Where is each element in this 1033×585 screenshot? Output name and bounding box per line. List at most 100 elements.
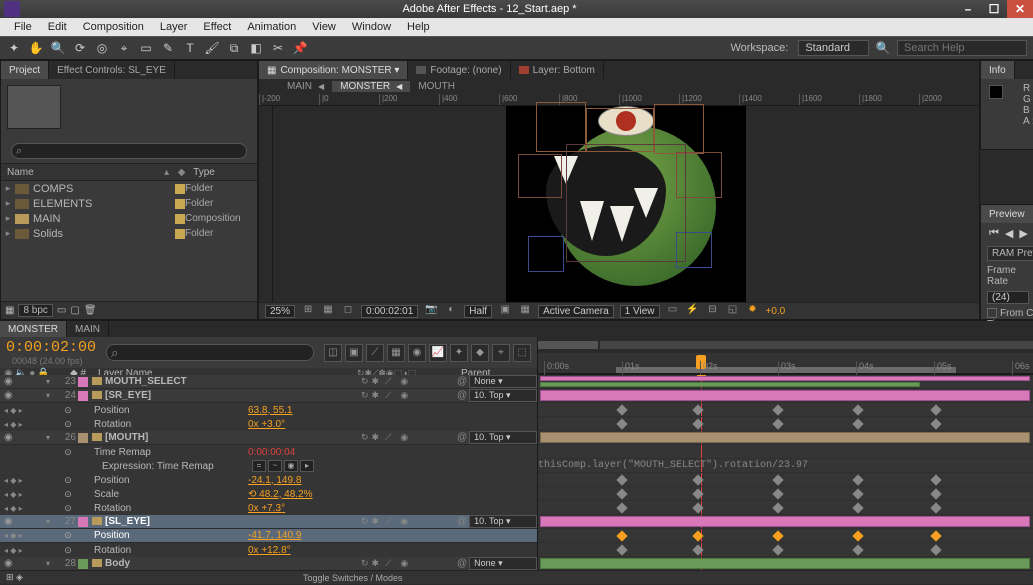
motion-blur-icon[interactable]: ◉ xyxy=(408,344,426,362)
eraser-tool-icon[interactable]: ◧ xyxy=(248,40,264,56)
project-item[interactable]: ▸SolidsFolder xyxy=(1,226,257,241)
mask-icon[interactable]: ◻ xyxy=(341,304,355,318)
timeline-layer-row[interactable]: ◉ ▾ 23 MOUTH_SELECT ↻✱⟋◉ @None ▾ xyxy=(0,375,537,389)
composition-tab[interactable]: Footage: (none) xyxy=(408,61,510,79)
resolution-dropdown[interactable]: Half xyxy=(464,305,492,318)
comp-breadcrumb[interactable]: MAIN◀ xyxy=(279,81,332,92)
roi-icon[interactable]: ▣ xyxy=(498,304,512,318)
timeline-layer-row[interactable]: ◉ ▾ 27 [SL_EYE] ↻✱⟋◉ @10. Top ▾ xyxy=(0,515,537,529)
project-col-name[interactable]: Name xyxy=(1,167,159,178)
window-maximize-button[interactable]: ☐ xyxy=(981,0,1007,18)
menu-file[interactable]: File xyxy=(6,21,40,33)
project-col-label-icon[interactable]: ▴ xyxy=(159,167,174,178)
property-row[interactable]: ◂ ◆ ▸⊙ Position -41.7, 140.9 xyxy=(0,529,537,543)
menu-edit[interactable]: Edit xyxy=(40,21,75,33)
property-row[interactable]: ◂ ◆ ▸⊙ Position -24.1, 149.8 xyxy=(0,473,537,487)
puppet-tool-icon[interactable]: 📌 xyxy=(292,40,308,56)
bpc-button[interactable]: 8 bpc xyxy=(18,304,52,317)
interpret-footage-icon[interactable]: ▦ xyxy=(5,305,14,316)
timeline-layer-row[interactable]: ◉ ▾ 24 [SR_EYE] ↻✱⟋◉ @10. Top ▾ xyxy=(0,389,537,403)
menu-window[interactable]: Window xyxy=(344,21,399,33)
new-folder-icon[interactable]: ▢ xyxy=(70,305,79,316)
project-tab[interactable]: Project xyxy=(1,61,49,79)
menu-layer[interactable]: Layer xyxy=(152,21,196,33)
draft-3d-icon[interactable]: ▣ xyxy=(345,344,363,362)
views-dropdown[interactable]: 1 View xyxy=(620,305,660,318)
rotate-tool-icon[interactable]: ⟳ xyxy=(72,40,88,56)
comp-breadcrumb[interactable]: MONSTER◀ xyxy=(332,81,410,92)
composition-tab[interactable]: ▦Composition: MONSTER ▾ xyxy=(259,61,408,79)
brainstorm-icon[interactable]: ✦ xyxy=(450,344,468,362)
frame-blend-icon[interactable]: ▦ xyxy=(387,344,405,362)
info-tab[interactable]: Info xyxy=(981,61,1015,79)
comp-breadcrumb[interactable]: MOUTH xyxy=(410,81,463,92)
camera-tool-icon[interactable]: ◎ xyxy=(94,40,110,56)
timeline-tab[interactable]: MONSTER xyxy=(0,321,67,337)
project-search-input[interactable] xyxy=(11,143,247,159)
current-time-display[interactable]: 0:00:02:01 xyxy=(361,305,418,318)
brush-tool-icon[interactable]: 🖌 xyxy=(204,40,220,56)
time-ruler[interactable]: 0:00s01s02s03s04s05s06s xyxy=(538,353,1033,374)
auto-keyframe-icon[interactable]: ◆ xyxy=(471,344,489,362)
window-close-button[interactable]: ✕ xyxy=(1007,0,1033,18)
play-button[interactable]: ▶ xyxy=(1019,227,1027,240)
window-minimize-button[interactable]: – xyxy=(955,0,981,18)
layer-bounds[interactable] xyxy=(518,154,562,198)
property-row[interactable]: ⊙ Time Remap 0:00:00:04 xyxy=(0,445,537,459)
property-row[interactable]: ◂ ◆ ▸⊙ Scale ⟲ 48.2, 48.2% xyxy=(0,487,537,501)
selection-tool-icon[interactable]: ✦ xyxy=(6,40,22,56)
exposure-value[interactable]: +0.0 xyxy=(766,306,786,317)
resolution-icon[interactable]: ⊞ xyxy=(301,304,315,318)
help-search-input[interactable] xyxy=(897,40,1027,56)
project-col-tag-icon[interactable]: ◆ xyxy=(174,167,189,178)
zoom-dropdown[interactable]: 25% xyxy=(265,305,295,318)
property-row[interactable]: ◂ ◆ ▸⊙ Rotation 0x +7.3° xyxy=(0,501,537,515)
toggle-switches-modes-button[interactable]: Toggle Switches / Modes xyxy=(303,573,403,583)
current-timecode[interactable]: 0:00:02:00 xyxy=(6,339,96,356)
pen-tool-icon[interactable]: ✎ xyxy=(160,40,176,56)
zoom-slider[interactable] xyxy=(538,341,598,349)
zoom-tool-icon[interactable]: 🔍 xyxy=(50,40,66,56)
camera-dropdown[interactable]: Active Camera xyxy=(538,305,614,318)
flowchart-icon[interactable]: ◱ xyxy=(726,304,740,318)
channel-icon[interactable]: ◐ xyxy=(444,304,458,318)
delete-icon[interactable]: 🗑 xyxy=(84,305,97,316)
project-item[interactable]: ▸COMPSFolder xyxy=(1,181,257,196)
first-frame-button[interactable]: ⏮ xyxy=(989,227,999,240)
timeline-tab[interactable]: MAIN xyxy=(67,321,109,337)
transparency-icon[interactable]: ▦ xyxy=(518,304,532,318)
fast-preview-icon[interactable]: ⚡ xyxy=(686,304,700,318)
project-col-type[interactable]: Type xyxy=(189,167,257,178)
property-row[interactable]: ◂ ◆ ▸⊙ Position 63.8, 55.1 xyxy=(0,403,537,417)
menu-composition[interactable]: Composition xyxy=(75,21,152,33)
project-tab[interactable]: Effect Controls: SL_EYE xyxy=(49,61,175,79)
pixel-aspect-icon[interactable]: ▭ xyxy=(666,304,680,318)
ram-preview-options-dropdown[interactable]: RAM Preview Options xyxy=(987,246,1033,261)
composition-tab[interactable]: Layer: Bottom xyxy=(511,61,604,79)
project-item[interactable]: ▸MAINComposition xyxy=(1,211,257,226)
timeline-layer-row[interactable]: ◉ ▾ 26 [MOUTH] ↻✱⟋◉ @10. Top ▾ xyxy=(0,431,537,445)
hand-tool-icon[interactable]: ✋ xyxy=(28,40,44,56)
timeline-search-input[interactable] xyxy=(106,344,314,361)
render-icon[interactable]: ⬚ xyxy=(513,344,531,362)
new-comp-icon[interactable]: ▭ xyxy=(57,305,66,316)
graph-editor-icon[interactable]: 📈 xyxy=(429,344,447,362)
menu-animation[interactable]: Animation xyxy=(239,21,304,33)
layer-bounds[interactable] xyxy=(528,236,564,272)
layer-bounds[interactable] xyxy=(566,144,686,262)
timeline-toggle-icon[interactable]: ⊞ ◈ xyxy=(0,572,23,583)
anchor-tool-icon[interactable]: ⌖ xyxy=(116,40,132,56)
timeline-layer-row[interactable]: ◉ ▾ 28 Body ↻✱⟋◉ @None ▾ xyxy=(0,557,537,570)
snap-icon[interactable]: ⌖ xyxy=(492,344,510,362)
snapshot-icon[interactable]: 📷 xyxy=(424,304,438,318)
shy-icon[interactable]: ⟋ xyxy=(366,344,384,362)
text-tool-icon[interactable]: T xyxy=(182,40,198,56)
roto-tool-icon[interactable]: ✂ xyxy=(270,40,286,56)
comp-mini-flowchart-icon[interactable]: ◫ xyxy=(324,344,342,362)
project-item[interactable]: ▸ELEMENTSFolder xyxy=(1,196,257,211)
timeline-icon[interactable]: ⊟ xyxy=(706,304,720,318)
prev-frame-button[interactable]: ◀ xyxy=(1005,227,1013,240)
preview-tab[interactable]: Preview xyxy=(981,205,1033,223)
menu-view[interactable]: View xyxy=(304,21,344,33)
property-row[interactable]: ◂ ◆ ▸⊙ Rotation 0x +3.0° xyxy=(0,417,537,431)
